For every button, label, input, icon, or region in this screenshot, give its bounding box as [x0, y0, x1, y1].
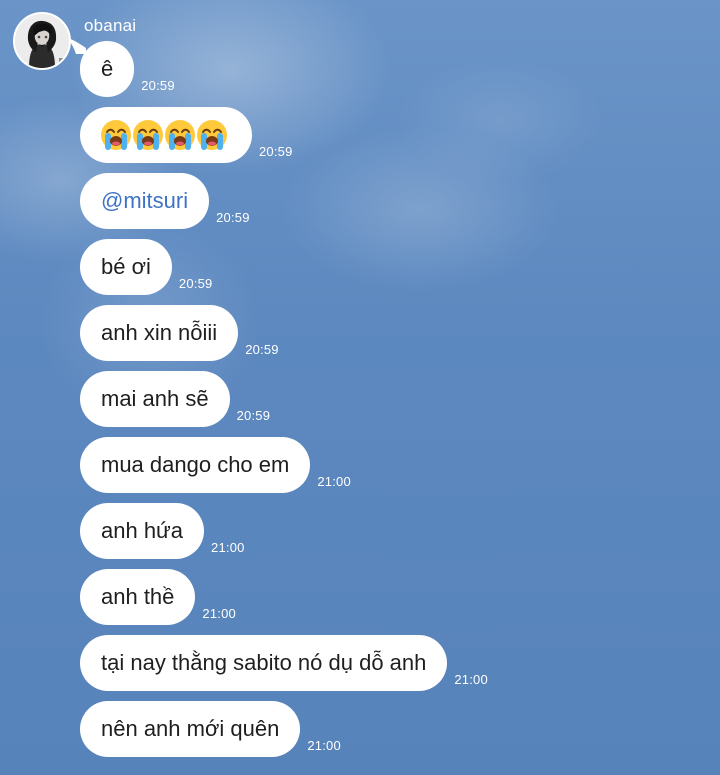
- message-time: 20:59: [178, 276, 213, 291]
- message-time: 21:00: [454, 672, 488, 687]
- message-row: mai anh sẽ 20:59: [80, 371, 270, 427]
- message-row: anh hứa 21:00: [80, 503, 245, 559]
- message-bubble[interactable]: mua dango cho em: [80, 437, 311, 493]
- message-bubble[interactable]: bé ơi: [80, 239, 172, 295]
- message-time: 21:00: [202, 606, 236, 621]
- message-row: ê 20:59: [80, 41, 175, 97]
- message-bubble[interactable]: ê: [80, 41, 135, 97]
- mention-link[interactable]: @mitsuri: [80, 173, 210, 229]
- message-row: @mitsuri 20:59: [80, 173, 250, 229]
- message-bubble[interactable]: [80, 107, 252, 163]
- message-row: 20:59: [80, 107, 293, 163]
- message-time: 20:59: [236, 408, 271, 423]
- message-bubble[interactable]: anh xin nỗiii: [80, 305, 239, 361]
- loudly-crying-face-icon: [100, 119, 132, 151]
- message-time: 21:00: [317, 474, 351, 489]
- message-row: tại nay thằng sabito nó dụ dỗ anh 21:00: [80, 635, 488, 691]
- message-time: 20:59: [141, 78, 175, 93]
- loudly-crying-face-icon: [132, 119, 164, 151]
- message-time: 20:59: [216, 210, 250, 225]
- message-time: 20:59: [245, 342, 279, 357]
- message-row: bé ơi 20:59: [80, 239, 212, 295]
- message-bubble[interactable]: tại nay thằng sabito nó dụ dỗ anh: [80, 635, 448, 691]
- message-time: 21:00: [307, 738, 341, 753]
- message-row: nên anh mới quên 21:00: [80, 701, 341, 757]
- avatar[interactable]: [13, 12, 71, 70]
- loudly-crying-face-icon: [196, 119, 228, 151]
- message-time: 20:59: [259, 144, 293, 159]
- message-bubble[interactable]: anh hứa: [80, 503, 205, 559]
- message-row: anh xin nỗiii 20:59: [80, 305, 279, 361]
- message-row: mua dango cho em 21:00: [80, 437, 351, 493]
- message-row: anh thề 21:00: [80, 569, 236, 625]
- message-bubble[interactable]: nên anh mới quên: [80, 701, 301, 757]
- message-bubble[interactable]: anh thề: [80, 569, 196, 625]
- sender-name: obanai: [84, 16, 137, 35]
- user-avatar-icon: [15, 14, 69, 68]
- loudly-crying-face-icon: [164, 119, 196, 151]
- message-time: 21:00: [211, 540, 245, 555]
- message-bubble[interactable]: mai anh sẽ: [80, 371, 230, 427]
